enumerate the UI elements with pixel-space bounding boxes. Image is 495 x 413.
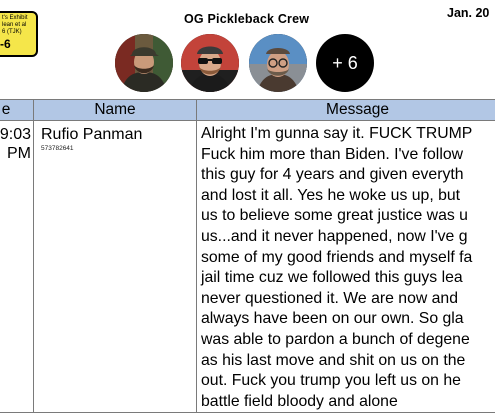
sender-phone: 573782641 [41, 145, 196, 152]
time-line-1: 9:03 [0, 121, 31, 144]
message-line: us to believe some great justice was u [201, 206, 495, 227]
group-title: OG Pickleback Crew [184, 12, 309, 26]
exhibit-number: -6 [0, 36, 33, 52]
table-row: 9:03 PM Rufio Panman 573782641 Alright I… [0, 121, 495, 413]
avatar-2-portrait-icon [181, 34, 239, 92]
avatar-3[interactable] [249, 34, 307, 92]
time-cell: 9:03 PM [0, 121, 34, 413]
message-cell: Alright I'm gunna say it. FUCK TRUMP Fuc… [197, 121, 495, 413]
avatar-3-portrait-icon [249, 34, 307, 92]
time-line-2: PM [0, 144, 31, 163]
message-line: Fuck him more than Biden. I've follow [201, 145, 495, 166]
exhibit-line-1: t's Exhibit [2, 15, 33, 22]
name-cell: Rufio Panman 573782641 [34, 121, 197, 413]
more-members-label: + 6 [332, 53, 358, 74]
document-date: Jan. 20 [447, 6, 489, 20]
message-line: some of my good friends and myself fa [201, 248, 495, 269]
message-line: and lost it all. Yes he woke us up, but [201, 186, 495, 207]
message-line: was able to pardon a bunch of degene [201, 330, 495, 351]
message-line: us...and it never happened, now I've g [201, 227, 495, 248]
avatar-1[interactable] [115, 34, 173, 92]
exhibit-line-3: 6 (TJK) [2, 29, 33, 36]
avatar-2[interactable] [181, 34, 239, 92]
message-line: out. Fuck you trump you left us on he [201, 371, 495, 392]
header-time: e [0, 100, 34, 121]
header-message: Message [197, 100, 495, 121]
exhibit-line-2: lean et al [2, 22, 33, 29]
table-header-row: e Name Message [0, 100, 495, 121]
message-line: battle field bloody and alone [201, 392, 495, 413]
message-line: this guy for 4 years and given everyth [201, 165, 495, 186]
message-line: always have been on our own. So gla [201, 309, 495, 330]
avatar-1-portrait-icon [115, 34, 173, 92]
message-line: Alright I'm gunna say it. FUCK TRUMP [201, 121, 495, 145]
messages-table: e Name Message 9:03 PM Rufio Panman 5737… [0, 99, 495, 413]
more-members-badge[interactable]: + 6 [316, 34, 374, 92]
message-line: as his last move and shit on us on the [201, 351, 495, 372]
exhibit-sticker: t's Exhibit lean et al 6 (TJK) -6 [0, 11, 38, 57]
header-name: Name [34, 100, 197, 121]
message-line: jail time cuz we followed this guys lea [201, 268, 495, 289]
sender-name: Rufio Panman [41, 121, 196, 144]
message-line: never questioned it. We are now and [201, 289, 495, 310]
